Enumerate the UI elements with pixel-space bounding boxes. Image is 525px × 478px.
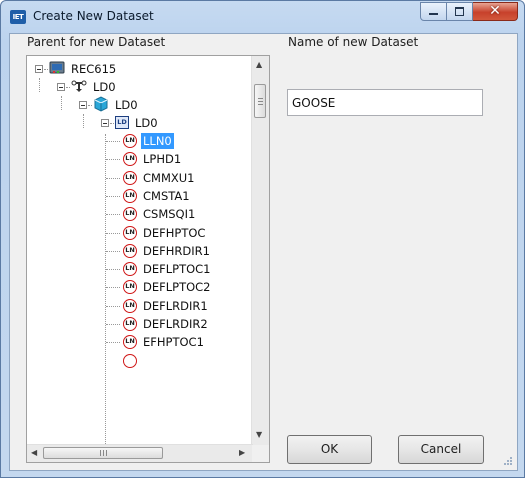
logical-node-icon <box>123 353 137 368</box>
close-button[interactable]: ✕ <box>473 2 518 21</box>
parent-tree[interactable]: REC615 LD0 LD0 LD LD0 LN LLN0 LN LPHD1 L… <box>26 55 270 463</box>
tree-node-label: CMSTA1 <box>143 188 190 203</box>
tree-node-label: LPHD1 <box>143 152 182 167</box>
tree-node-logical-node[interactable]: LN CSMSQI1 <box>27 205 247 223</box>
tree-node-logical-node[interactable]: LN DEFHPTOC <box>27 224 247 242</box>
tree-node-label: DEFHPTOC <box>143 225 206 240</box>
tree-node-logical-node[interactable]: LN LPHD1 <box>27 150 247 168</box>
tree-node-ld0-logical-device[interactable]: LD LD0 <box>27 114 247 132</box>
title-bar[interactable]: IET Create New Dataset ✕ <box>1 1 524 33</box>
horizontal-scrollbar[interactable]: ◀ ▶ <box>27 444 253 462</box>
tree-node-label: LD0 <box>115 98 138 112</box>
tree-node-ld0-server[interactable]: LD0 <box>27 96 247 114</box>
logical-node-icon: LN <box>123 317 137 331</box>
logical-node-icon: LN <box>123 152 137 167</box>
scroll-left-icon[interactable]: ◀ <box>31 448 37 458</box>
tree-node-label: REC615 <box>71 62 117 76</box>
parent-label: Parent for new Dataset <box>27 35 166 49</box>
close-icon: ✕ <box>489 3 501 19</box>
window-title: Create New Dataset <box>33 9 154 23</box>
maximize-button[interactable] <box>447 2 473 21</box>
logical-device-icon: LD <box>115 116 129 129</box>
tree-node-logical-node[interactable]: LN DEFLRDIR1 <box>27 297 247 315</box>
tree-node-label: CMMXU1 <box>143 170 195 185</box>
tree-node-logical-node[interactable]: LN DEFLRDIR2 <box>27 315 247 333</box>
tree-node-label: DEFLRDIR1 <box>143 298 208 313</box>
logical-node-icon: LN <box>123 134 137 148</box>
tree-node-logical-node[interactable]: LN CMSTA1 <box>27 187 247 205</box>
tree-node-logical-node[interactable]: LN DEFLPTOC1 <box>27 260 247 278</box>
tree-node-logical-node[interactable]: LN DEFHRDIR1 <box>27 242 247 260</box>
dialog-window: IET Create New Dataset ✕ Parent for new … <box>0 0 525 478</box>
tree-node-label: DEFLRDIR2 <box>143 317 208 331</box>
tree-node-label: EFHPTOC1 <box>143 335 204 350</box>
dataset-name-input[interactable] <box>287 89 483 116</box>
scroll-right-icon[interactable]: ▶ <box>239 448 245 458</box>
logical-node-icon: LN <box>123 170 137 185</box>
tree-node-label: CSMSQI1 <box>143 207 196 222</box>
minimize-button[interactable] <box>420 2 447 21</box>
tree-node-logical-node[interactable]: LN CMMXU1 <box>27 169 247 187</box>
horizontal-scroll-thumb[interactable] <box>43 447 163 459</box>
scroll-down-icon[interactable]: ▼ <box>256 430 262 440</box>
scroll-up-icon[interactable]: ▲ <box>256 60 262 70</box>
tree-node-logical-node[interactable]: LN DEFLPTOC2 <box>27 278 247 296</box>
tree-node-logical-node[interactable]: LN EFHPTOC1 <box>27 333 247 351</box>
collapse-icon[interactable] <box>101 119 109 127</box>
logical-node-icon: LN <box>123 335 137 350</box>
collapse-icon[interactable] <box>57 83 65 91</box>
resize-grip-icon[interactable] <box>504 457 512 465</box>
tree-node-label: LD0 <box>135 116 158 130</box>
device-icon <box>49 61 65 74</box>
logical-node-icon: LN <box>123 188 137 203</box>
maximize-icon <box>455 7 464 16</box>
scroll-corner <box>252 445 269 462</box>
minimize-icon <box>429 13 438 15</box>
iet-icon: IET <box>10 10 26 24</box>
tree-node-logical-node[interactable]: LN LLN0 <box>27 132 247 150</box>
tree-node-label: DEFHRDIR1 <box>143 243 210 258</box>
tree-node-label: LD0 <box>93 80 116 94</box>
logical-node-icon: LN <box>123 280 137 295</box>
logical-node-icon: LN <box>123 262 137 277</box>
logical-node-icon: LN <box>123 225 137 240</box>
server-icon <box>94 96 108 112</box>
ok-button[interactable]: OK <box>287 435 372 464</box>
name-label: Name of new Dataset <box>288 35 419 49</box>
collapse-icon[interactable] <box>35 65 43 73</box>
tree-node-label: DEFLPTOC1 <box>143 262 211 277</box>
logical-node-icon: LN <box>123 243 137 258</box>
vertical-scroll-thumb[interactable] <box>254 84 266 118</box>
vertical-scrollbar[interactable]: ▲ ▼ <box>251 56 269 446</box>
logical-node-icon: LN <box>123 298 137 313</box>
logical-node-icon: LN <box>123 207 137 222</box>
tree-node-label: DEFLPTOC2 <box>143 280 211 295</box>
network-icon <box>71 80 87 92</box>
tree-node-ld0-network[interactable]: LD0 <box>27 78 247 96</box>
tree-node-rec615[interactable]: REC615 <box>27 60 247 78</box>
tree-node-label: LLN0 <box>141 133 174 149</box>
collapse-icon[interactable] <box>79 101 87 109</box>
cancel-button[interactable]: Cancel <box>398 435 484 464</box>
